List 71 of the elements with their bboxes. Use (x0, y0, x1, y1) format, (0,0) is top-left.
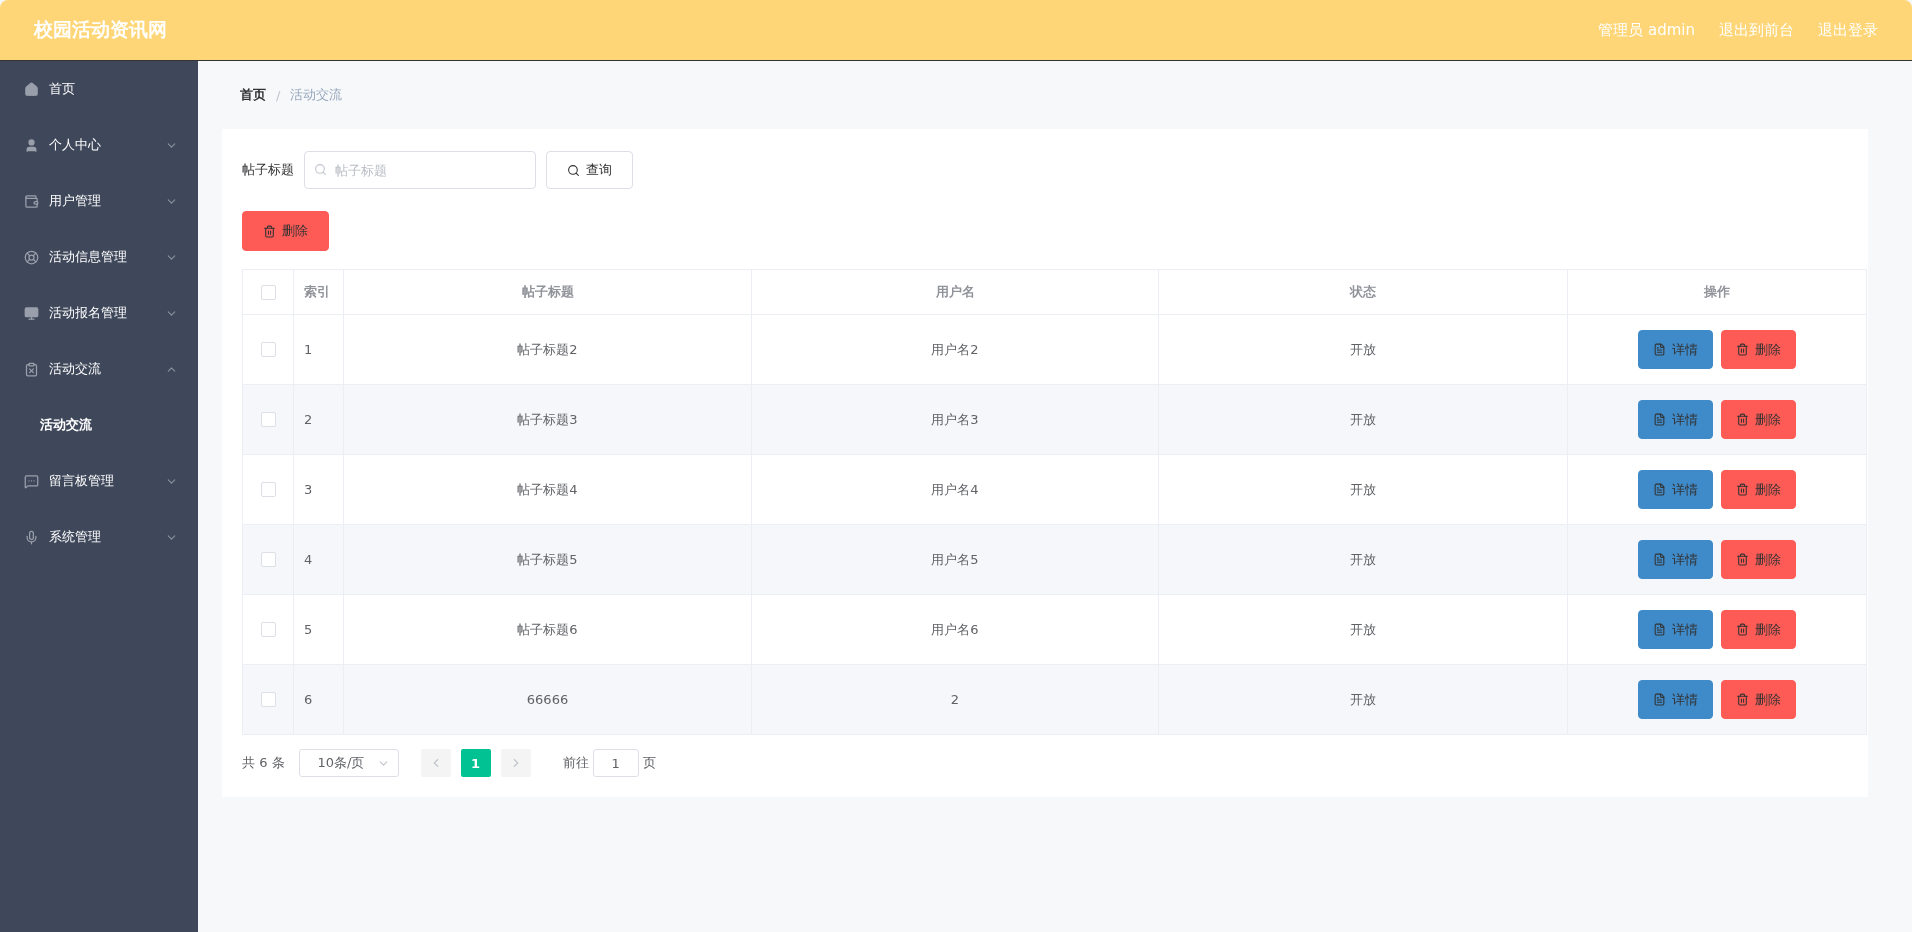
sidebar-item[interactable]: 个人中心 (0, 117, 198, 173)
breadcrumb-item[interactable]: 首页 (240, 86, 266, 104)
prev-page-button[interactable] (420, 749, 451, 777)
goto-page-field[interactable]: 1 (592, 749, 639, 777)
sidebar-item[interactable]: 留言板管理 (0, 453, 198, 509)
delete-button[interactable]: 删除 (1721, 540, 1796, 579)
trash-icon (1736, 693, 1749, 706)
details-button[interactable]: 详情 (1638, 540, 1713, 579)
delete-button[interactable]: 删除 (1721, 330, 1796, 369)
lifebuoy-icon (24, 249, 39, 265)
sidebar-item[interactable]: 活动报名管理 (0, 285, 198, 341)
document-icon (1653, 623, 1666, 636)
next-page-button[interactable] (500, 749, 531, 777)
search-label: 帖子标题 (242, 161, 294, 179)
sidebar-item[interactable]: 活动交流 (0, 341, 198, 397)
document-icon (1653, 693, 1666, 706)
delete-button[interactable]: 删除 (1721, 610, 1796, 649)
breadcrumb-separator: / (276, 87, 281, 103)
breadcrumb-item: 活动交流 (290, 86, 343, 104)
document-icon (1653, 413, 1666, 426)
checkbox[interactable] (260, 552, 276, 567)
chat-icon (24, 473, 39, 489)
trash-icon (263, 224, 276, 238)
details-button[interactable]: 详情 (1638, 400, 1713, 439)
trash-icon (1736, 623, 1749, 636)
trash-icon (1736, 553, 1749, 566)
checkbox[interactable] (260, 342, 276, 357)
page-suffix: 页 (642, 754, 656, 772)
details-button[interactable]: 详情 (1638, 610, 1713, 649)
page-size-select[interactable]: 10条/页 (298, 749, 399, 777)
table-cell: 2 (751, 665, 1158, 734)
trash-icon (1736, 413, 1749, 426)
wallet-icon (24, 193, 39, 209)
table-cell: 66666 (343, 665, 751, 734)
checkbox[interactable] (260, 412, 276, 427)
table-cell: 开放 (1158, 665, 1567, 734)
site-title: 校园活动资讯网 (34, 17, 167, 42)
checkbox[interactable] (260, 622, 276, 637)
details-button[interactable]: 详情 (1638, 330, 1713, 369)
delete-button[interactable]: 删除 (242, 211, 329, 251)
user-icon (24, 137, 39, 153)
clipboard-icon (24, 361, 39, 377)
trash-icon (1736, 483, 1749, 496)
delete-button[interactable]: 删除 (1721, 680, 1796, 719)
page-button[interactable]: 1 (460, 749, 491, 777)
search-button[interactable]: 查询 (546, 151, 633, 189)
document-icon (1653, 553, 1666, 566)
table-cell: 6 (293, 665, 343, 734)
monitor-icon (24, 305, 39, 321)
details-button[interactable]: 详情 (1638, 470, 1713, 509)
delete-button[interactable]: 删除 (1721, 470, 1796, 509)
total-count: 共 6 条 (242, 754, 285, 772)
goto-label: 前往 (562, 754, 589, 772)
sidebar-subitem[interactable]: 活动交流 (0, 397, 198, 453)
search-icon (567, 163, 580, 177)
home-icon (24, 81, 39, 97)
microphone-icon (24, 529, 39, 545)
search-field[interactable]: 帖子标题 (304, 151, 536, 189)
sidebar-item[interactable]: 首页 (0, 61, 198, 117)
delete-button[interactable]: 删除 (1721, 400, 1796, 439)
document-icon (1653, 483, 1666, 496)
search-icon (314, 163, 327, 176)
trash-icon (1736, 343, 1749, 356)
document-icon (1653, 343, 1666, 356)
details-button[interactable]: 详情 (1638, 680, 1713, 719)
sidebar-item[interactable]: 系统管理 (0, 509, 198, 565)
sidebar-item[interactable]: 用户管理 (0, 173, 198, 229)
checkbox[interactable] (260, 284, 276, 300)
checkbox[interactable] (260, 482, 276, 497)
checkbox[interactable] (260, 692, 276, 707)
sidebar-item[interactable]: 活动信息管理 (0, 229, 198, 285)
